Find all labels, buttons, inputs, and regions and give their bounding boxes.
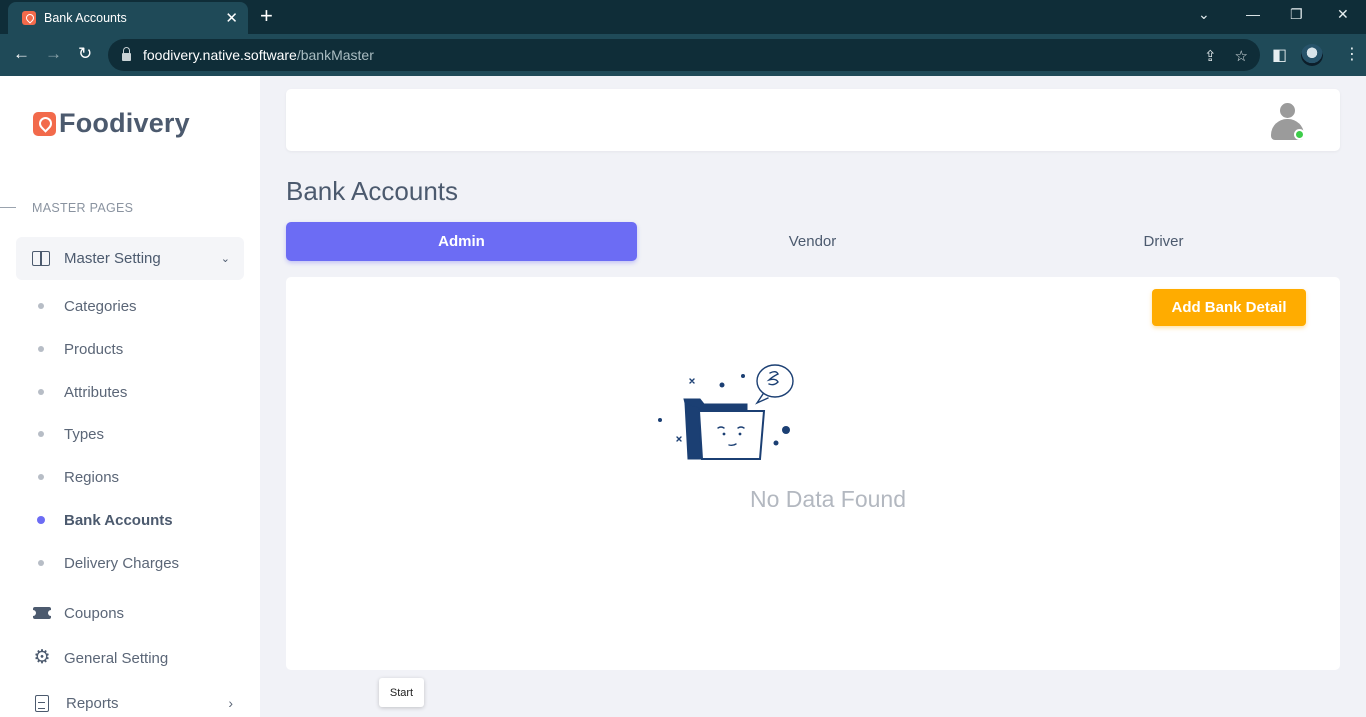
online-status-icon [1294, 129, 1305, 140]
sidebar-item-types[interactable]: Types [38, 424, 104, 444]
bullet-icon [38, 474, 44, 480]
section-divider [0, 207, 16, 208]
sidebar-item-label: Regions [64, 468, 120, 486]
tab-close-icon[interactable]: ✕ [225, 11, 238, 26]
brand-logo-icon [33, 111, 56, 136]
minimize-icon[interactable]: — [1246, 6, 1260, 22]
address-bar[interactable]: foodivery.native.software /bankMaster ⇪ … [108, 39, 1260, 71]
back-icon[interactable]: ← [13, 44, 30, 64]
sidepanel-icon[interactable]: ◧ [1272, 45, 1287, 65]
tab-admin[interactable]: Admin [286, 222, 637, 261]
gear-icon: ⚙ [33, 647, 51, 668]
tab-vendor[interactable]: Vendor [637, 222, 988, 261]
menu-master-setting[interactable]: Master Setting ⌄ [16, 237, 244, 280]
forward-icon[interactable]: → [45, 44, 62, 64]
sidebar-item-general-setting[interactable]: ⚙ General Setting [33, 647, 233, 669]
sidebar-item-label: Categories [64, 297, 137, 315]
add-bank-detail-button[interactable]: Add Bank Detail [1152, 289, 1306, 326]
sidebar-item-label: Reports [66, 694, 119, 712]
start-tooltip: Start [379, 678, 424, 707]
empty-folder-illustration [658, 364, 794, 460]
lock-icon[interactable] [122, 47, 131, 61]
page-title: Bank Accounts [286, 176, 458, 206]
sidebar-item-label: Coupons [64, 604, 125, 622]
sidebar-item-bank-accounts[interactable]: Bank Accounts [37, 510, 173, 530]
browser-toolbar: ← → ↻ foodivery.native.software /bankMas… [0, 34, 1366, 76]
sidebar-item-label: Types [64, 425, 105, 443]
sidebar-item-products[interactable]: Products [38, 339, 123, 359]
avatar[interactable] [1270, 103, 1305, 141]
bank-accounts-card: Add Bank Detail No Data Found [286, 277, 1340, 670]
report-icon [35, 694, 49, 712]
empty-state-text: No Data Found [750, 486, 906, 512]
sidebar-item-reports[interactable]: Reports › [33, 692, 233, 714]
bullet-icon [38, 303, 44, 309]
chevron-down-icon: ⌄ [220, 253, 230, 265]
menu-icon[interactable]: ⋮ [1344, 44, 1360, 64]
sidebar-item-attributes[interactable]: Attributes [38, 382, 127, 402]
window-close-icon[interactable]: ✕ [1337, 6, 1349, 23]
bullet-icon [38, 431, 44, 437]
avatar-head [1280, 103, 1295, 118]
top-header [286, 89, 1340, 151]
sidebar-item-categories[interactable]: Categories [38, 296, 137, 316]
tab-title: Bank Accounts [44, 11, 127, 25]
coupon-icon [30, 607, 54, 619]
new-tab-button[interactable]: + [260, 5, 273, 27]
bullet-icon [38, 389, 44, 395]
account-type-tabs: Admin Vendor Driver [286, 222, 1340, 261]
active-bullet-icon [37, 516, 45, 524]
brand-logo[interactable]: Foodivery [33, 108, 190, 139]
reload-icon[interactable]: ↻ [78, 44, 92, 64]
favicon-icon [22, 11, 36, 25]
brand-name: Foodivery [59, 108, 190, 138]
sidebar: Foodivery MASTER PAGES Master Setting ⌄ … [0, 76, 260, 717]
star-icon[interactable]: ☆ [1235, 47, 1248, 65]
bullet-icon [38, 560, 44, 566]
browser-tab[interactable]: Bank Accounts ✕ [8, 2, 248, 34]
section-label: MASTER PAGES [32, 201, 134, 215]
sidebar-item-label: Products [64, 340, 124, 358]
sidebar-item-delivery-charges[interactable]: Delivery Charges [38, 553, 179, 573]
book-icon [32, 251, 50, 266]
tab-search-icon[interactable]: ⌄ [1198, 6, 1210, 23]
menu-master-setting-label: Master Setting [64, 250, 161, 267]
sidebar-item-coupons[interactable]: Coupons [30, 602, 233, 624]
sidebar-item-label: Delivery Charges [64, 554, 180, 572]
sidebar-item-label: Attributes [64, 383, 128, 401]
profile-icon[interactable] [1301, 44, 1323, 66]
sidebar-item-regions[interactable]: Regions [38, 467, 119, 487]
chevron-right-icon: › [228, 695, 233, 711]
url-path: /bankMaster [296, 47, 374, 63]
sidebar-item-label: Bank Accounts [64, 511, 173, 529]
tab-driver[interactable]: Driver [988, 222, 1339, 261]
url-host: foodivery.native.software [143, 47, 297, 63]
share-icon[interactable]: ⇪ [1204, 47, 1217, 65]
browser-tab-bar: Bank Accounts ✕ + ⌄ — ❐ ✕ [0, 0, 1366, 34]
bullet-icon [38, 346, 44, 352]
restore-icon[interactable]: ❐ [1290, 6, 1303, 23]
sidebar-item-label: General Setting [64, 649, 169, 667]
